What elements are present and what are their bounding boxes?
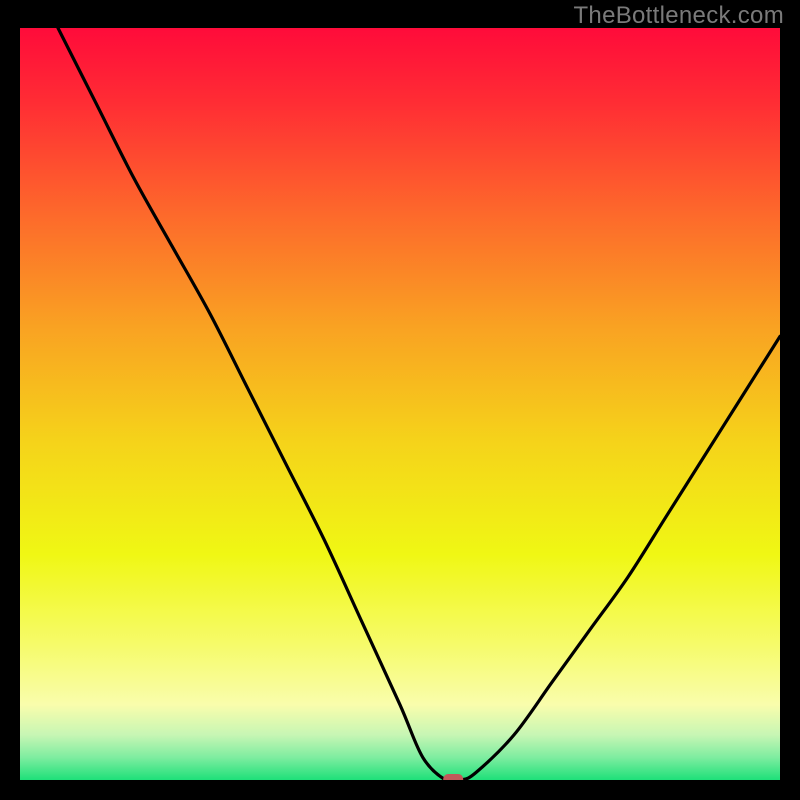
watermark-label: TheBottleneck.com [573, 2, 784, 30]
gradient-background [20, 28, 780, 780]
chart-frame: TheBottleneck.com [0, 0, 800, 800]
bottleneck-chart [20, 28, 780, 780]
optimal-point-marker [443, 774, 463, 780]
plot-area [20, 28, 780, 780]
